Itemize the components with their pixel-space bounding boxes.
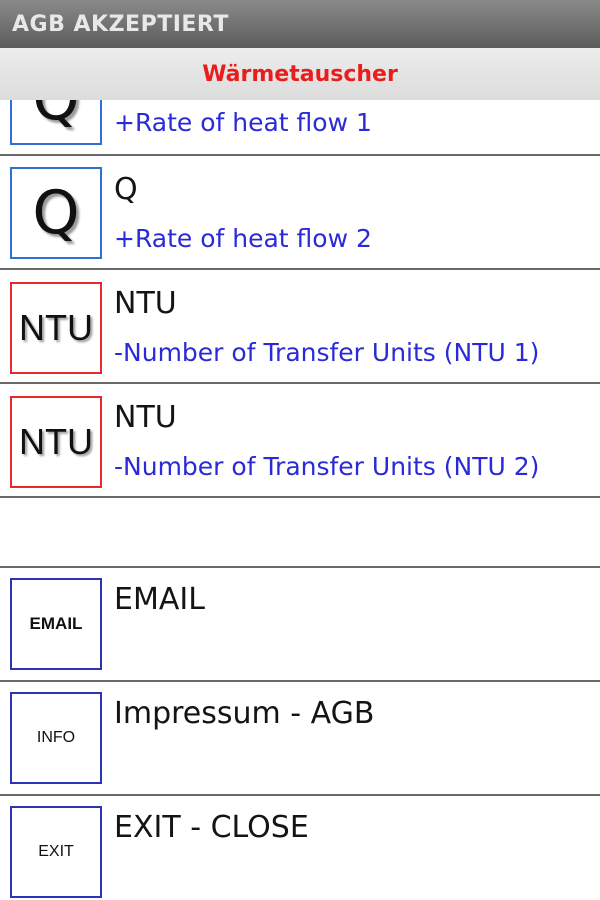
list-item-subtitle: -Number of Transfer Units (NTU 2) bbox=[114, 452, 540, 481]
list-item-title: Q bbox=[114, 172, 138, 207]
email-icon-label: EMAIL bbox=[29, 614, 83, 633]
list-item-ntu-1[interactable]: NTU NTU -Number of Transfer Units (NTU 1… bbox=[0, 270, 600, 384]
q-icon-glyph: Q bbox=[32, 178, 80, 248]
exit-icon: EXIT bbox=[10, 806, 102, 898]
list-item-title: NTU bbox=[114, 400, 177, 435]
list-header-title: Wärmetauscher bbox=[202, 61, 398, 87]
list-item-subtitle: -Number of Transfer Units (NTU 1) bbox=[114, 338, 540, 367]
list-item-impressum[interactable]: INFO Impressum - AGB bbox=[0, 682, 600, 796]
title-bar: AGB AKZEPTIERT bbox=[0, 0, 600, 48]
app-title: AGB AKZEPTIERT bbox=[12, 11, 229, 37]
info-icon: INFO bbox=[10, 692, 102, 784]
list-item-email[interactable]: EMAIL EMAIL bbox=[0, 568, 600, 682]
ntu-formula-icon: NTU bbox=[10, 396, 102, 488]
exit-icon-label: EXIT bbox=[38, 843, 74, 860]
list-item-subtitle: +Rate of heat flow 2 bbox=[114, 224, 372, 253]
ntu-icon-glyph: NTU bbox=[19, 307, 93, 348]
list-item-title: NTU bbox=[114, 286, 177, 321]
ntu-icon-glyph: NTU bbox=[19, 421, 93, 462]
list-item-ntu-2[interactable]: NTU NTU -Number of Transfer Units (NTU 2… bbox=[0, 384, 600, 498]
q-formula-icon: Q bbox=[10, 167, 102, 259]
list-item-subtitle: +Rate of heat flow 1 bbox=[114, 108, 372, 137]
list-header: Wärmetauscher bbox=[0, 48, 600, 100]
list-item-heat-flow-2[interactable]: Q Q +Rate of heat flow 2 bbox=[0, 156, 600, 270]
info-icon-label: INFO bbox=[36, 729, 76, 746]
list-spacer bbox=[0, 498, 600, 568]
email-icon: EMAIL bbox=[10, 578, 102, 670]
formula-list[interactable]: Q +Rate of heat flow 1 Q Q +Rate of heat… bbox=[0, 100, 600, 900]
list-item-title: EXIT - CLOSE bbox=[114, 810, 309, 845]
ntu-formula-icon: NTU bbox=[10, 282, 102, 374]
list-item-exit[interactable]: EXIT EXIT - CLOSE bbox=[0, 796, 600, 900]
q-formula-icon: Q bbox=[10, 100, 102, 145]
list-item-title: EMAIL bbox=[114, 582, 205, 617]
list-item-heat-flow-1[interactable]: Q +Rate of heat flow 1 bbox=[0, 100, 600, 156]
list-item-title: Impressum - AGB bbox=[114, 696, 375, 731]
q-icon-glyph: Q bbox=[32, 100, 79, 129]
